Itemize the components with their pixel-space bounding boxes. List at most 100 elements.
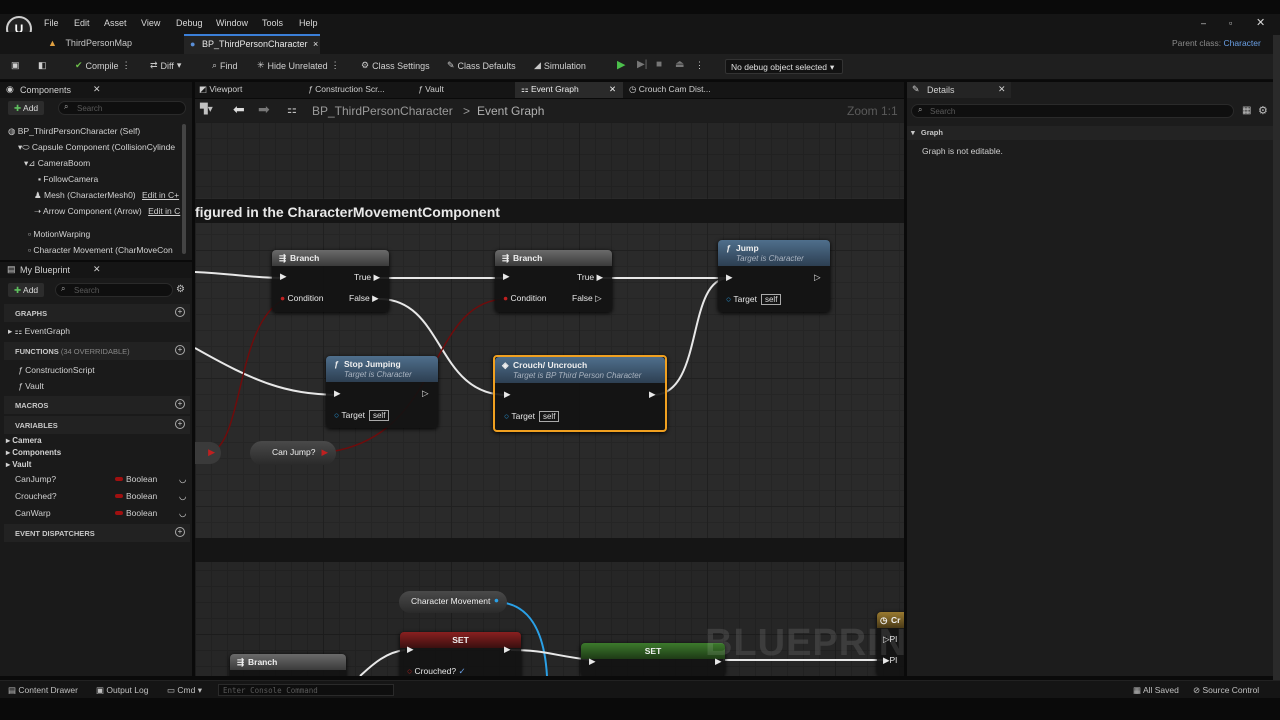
close-window-icon[interactable]: ✕ <box>1256 16 1265 29</box>
canjump-getter-node[interactable]: Can Jump? ▶ <box>250 441 336 465</box>
tree-item-capsule[interactable]: ▾⬭ Capsule Component (CollisionCylinde <box>18 142 175 153</box>
more-icon[interactable]: ⋮ <box>695 60 704 71</box>
breadcrumb-blueprint[interactable]: BP_ThirdPersonCharacter <box>312 104 453 118</box>
exec-in-pin[interactable]: ▶ <box>589 656 596 667</box>
tree-item-cameraboom[interactable]: ▾⊿ CameraBoom <box>24 158 90 169</box>
back-arrow-icon[interactable]: ⬅ <box>233 101 245 118</box>
edit-in-cpp-link[interactable]: Edit in C+ <box>142 190 179 200</box>
tree-item-motionwarping[interactable]: ▫ MotionWarping <box>28 229 90 239</box>
step-icon[interactable]: ▶| <box>637 59 647 70</box>
tab-vault[interactable]: ƒ Vault <box>418 84 444 98</box>
close-tab-icon[interactable]: × <box>313 39 318 49</box>
debug-object-select[interactable]: No debug object selected ▾ <box>725 59 843 74</box>
add-member-button[interactable]: ✚ Add <box>8 283 45 297</box>
more-icon[interactable]: ⋮ <box>122 60 131 71</box>
menu-debug[interactable]: Debug <box>176 18 203 28</box>
table-view-icon[interactable]: ▦ <box>1242 105 1251 116</box>
add-dispatcher-icon[interactable]: + <box>175 527 185 537</box>
components-search-input[interactable]: ⌕ Search <box>58 101 186 115</box>
window-edge-scrollbar[interactable] <box>1273 35 1280 680</box>
menu-window[interactable]: Window <box>216 18 248 28</box>
condition-pin[interactable]: ● Condition <box>280 293 323 303</box>
compile-button[interactable]: ✔ Compile ⋮ <box>75 60 131 71</box>
minimize-icon[interactable]: – <box>1201 18 1206 28</box>
save-icon[interactable]: ▣ <box>11 60 20 71</box>
hide-unrelated-button[interactable]: ✳ Hide Unrelated ⋮ <box>257 60 340 71</box>
exec-out-pin[interactable]: ▷ <box>422 388 429 399</box>
add-graph-icon[interactable]: + <box>175 307 185 317</box>
tab-event-graph[interactable]: ⚏ Event Graph ✕ <box>515 82 623 98</box>
target-pin[interactable]: ○ Target self <box>504 411 560 422</box>
variable-canwarp[interactable]: CanWarp Boolean ◡ <box>15 508 190 518</box>
simulation-button[interactable]: ◢ Simulation <box>534 60 586 71</box>
function-item-vault[interactable]: ƒ Vault <box>18 381 44 391</box>
false-pin[interactable]: False ▶ <box>349 293 379 304</box>
tree-item-followcamera[interactable]: ▪ FollowCamera <box>38 174 98 184</box>
close-icon[interactable]: ✕ <box>998 84 1006 95</box>
add-component-button[interactable]: ✚ Add <box>8 101 45 115</box>
details-section-graph[interactable]: ▾ Graph <box>907 126 1273 140</box>
edit-in-cpp-link[interactable]: Edit in C <box>148 206 180 216</box>
tree-item-arrow[interactable]: ➝ Arrow Component (Arrow) Edit in C <box>34 206 180 217</box>
play-icon[interactable]: ▶ <box>617 58 625 71</box>
details-search-input[interactable]: ⌕ Search <box>911 104 1234 118</box>
section-functions[interactable]: FUNCTIONS (34 OVERRIDABLE) + <box>4 342 190 360</box>
bookmark-icon[interactable]: ▜▾ <box>200 104 213 115</box>
true-pin[interactable]: True ▶ <box>354 272 380 283</box>
menu-view[interactable]: View <box>141 18 160 28</box>
exec-out-pin[interactable]: ▶ <box>504 644 511 655</box>
variable-canjump[interactable]: CanJump? Boolean ◡ <box>15 474 190 484</box>
find-button[interactable]: ⌕ Find <box>212 60 238 71</box>
exec-in-pin[interactable]: ▶ <box>334 388 341 399</box>
character-movement-getter[interactable]: Character Movement ● <box>399 591 507 613</box>
crouch-uncrouch-node[interactable]: ◈ Crouch/ Uncrouch Target is BP Third Pers… <box>493 355 667 432</box>
variable-getter-partial[interactable]: ▶ <box>195 442 221 464</box>
crouched-pin[interactable]: ○ Crouched? ✓ <box>407 666 466 676</box>
tab-construction-script[interactable]: ƒ Construction Scr... <box>308 84 385 98</box>
exec-in-pin[interactable]: ▶ <box>407 644 414 655</box>
close-icon[interactable]: ✕ <box>93 84 101 95</box>
menu-asset[interactable]: Asset <box>104 18 127 28</box>
exec-in-pin[interactable]: ▶ <box>280 271 287 282</box>
set-crouched-node[interactable]: SET ▶ ▶ ○ Crouched? ✓ <box>400 632 521 676</box>
forward-arrow-icon[interactable]: ➡ <box>258 101 270 118</box>
close-icon[interactable]: ✕ <box>93 264 101 275</box>
tab-thirdpersonmap[interactable]: ▲ ThirdPersonMap <box>44 34 180 54</box>
object-pin-icon[interactable]: ● <box>494 595 499 605</box>
more-icon[interactable]: ⋮ <box>331 60 340 71</box>
section-graphs[interactable]: GRAPHS + <box>4 304 190 322</box>
exec-in-pin[interactable]: ▶ <box>504 389 511 400</box>
cmd-button[interactable]: ▭ Cmd ▾ <box>167 685 202 696</box>
components-scrollbar[interactable] <box>182 124 186 254</box>
tab-crouch-cam-dist[interactable]: ◷ Crouch Cam Dist... <box>629 84 711 98</box>
menu-help[interactable]: Help <box>299 18 318 28</box>
variable-crouched[interactable]: Crouched? Boolean ◡ <box>15 491 190 501</box>
close-icon[interactable]: ✕ <box>609 84 616 95</box>
branch-node-1[interactable]: ⇶ Branch ▶ True ▶ ● Condition False ▶ <box>272 250 389 312</box>
class-defaults-button[interactable]: ✎ Class Defaults <box>447 60 516 71</box>
visibility-eye-icon[interactable]: ◡ <box>179 474 186 485</box>
tree-item-charmovement[interactable]: ▫ Character Movement (CharMoveCon <box>28 245 173 255</box>
exec-out-pin[interactable]: ▷ <box>814 272 821 283</box>
category-vault[interactable]: ▸ Vault <box>6 460 31 469</box>
exec-in-pin[interactable]: ▶ <box>726 272 733 283</box>
visibility-eye-icon[interactable]: ◡ <box>179 491 186 502</box>
tree-item-mesh[interactable]: ♟ Mesh (CharacterMesh0) Edit in C+ <box>34 190 179 201</box>
graph-item-eventgraph[interactable]: ▸ ⚏ EventGraph <box>8 326 70 337</box>
section-event-dispatchers[interactable]: EVENT DISPATCHERS + <box>4 524 190 542</box>
exec-out-pin[interactable]: ▶ <box>649 389 656 400</box>
content-drawer-button[interactable]: ▤ Content Drawer <box>8 685 78 696</box>
jump-node[interactable]: ƒ Jump Target is Character ▶ ▷ ○ Target sel… <box>718 240 830 312</box>
branch-node-2[interactable]: ⇶ Branch ▶ True ▶ ● Condition False ▷ <box>495 250 612 312</box>
tree-item-self[interactable]: ◍ BP_ThirdPersonCharacter (Self) <box>8 126 140 137</box>
branch-node-3[interactable]: ⇶ Branch <box>230 654 346 676</box>
exec-in-pin[interactable]: ▶ <box>503 271 510 282</box>
menu-edit[interactable]: Edit <box>74 18 90 28</box>
console-input[interactable]: Enter Console Command <box>218 684 394 696</box>
my-blueprint-search-input[interactable]: ⌕ Search <box>55 283 173 297</box>
true-pin[interactable]: True ▶ <box>577 272 603 283</box>
category-components[interactable]: ▸ Components <box>6 448 61 457</box>
hierarchy-icon[interactable]: ⚏ <box>287 103 297 116</box>
add-function-icon[interactable]: + <box>175 345 185 355</box>
target-pin[interactable]: ○ Target self <box>334 410 390 421</box>
